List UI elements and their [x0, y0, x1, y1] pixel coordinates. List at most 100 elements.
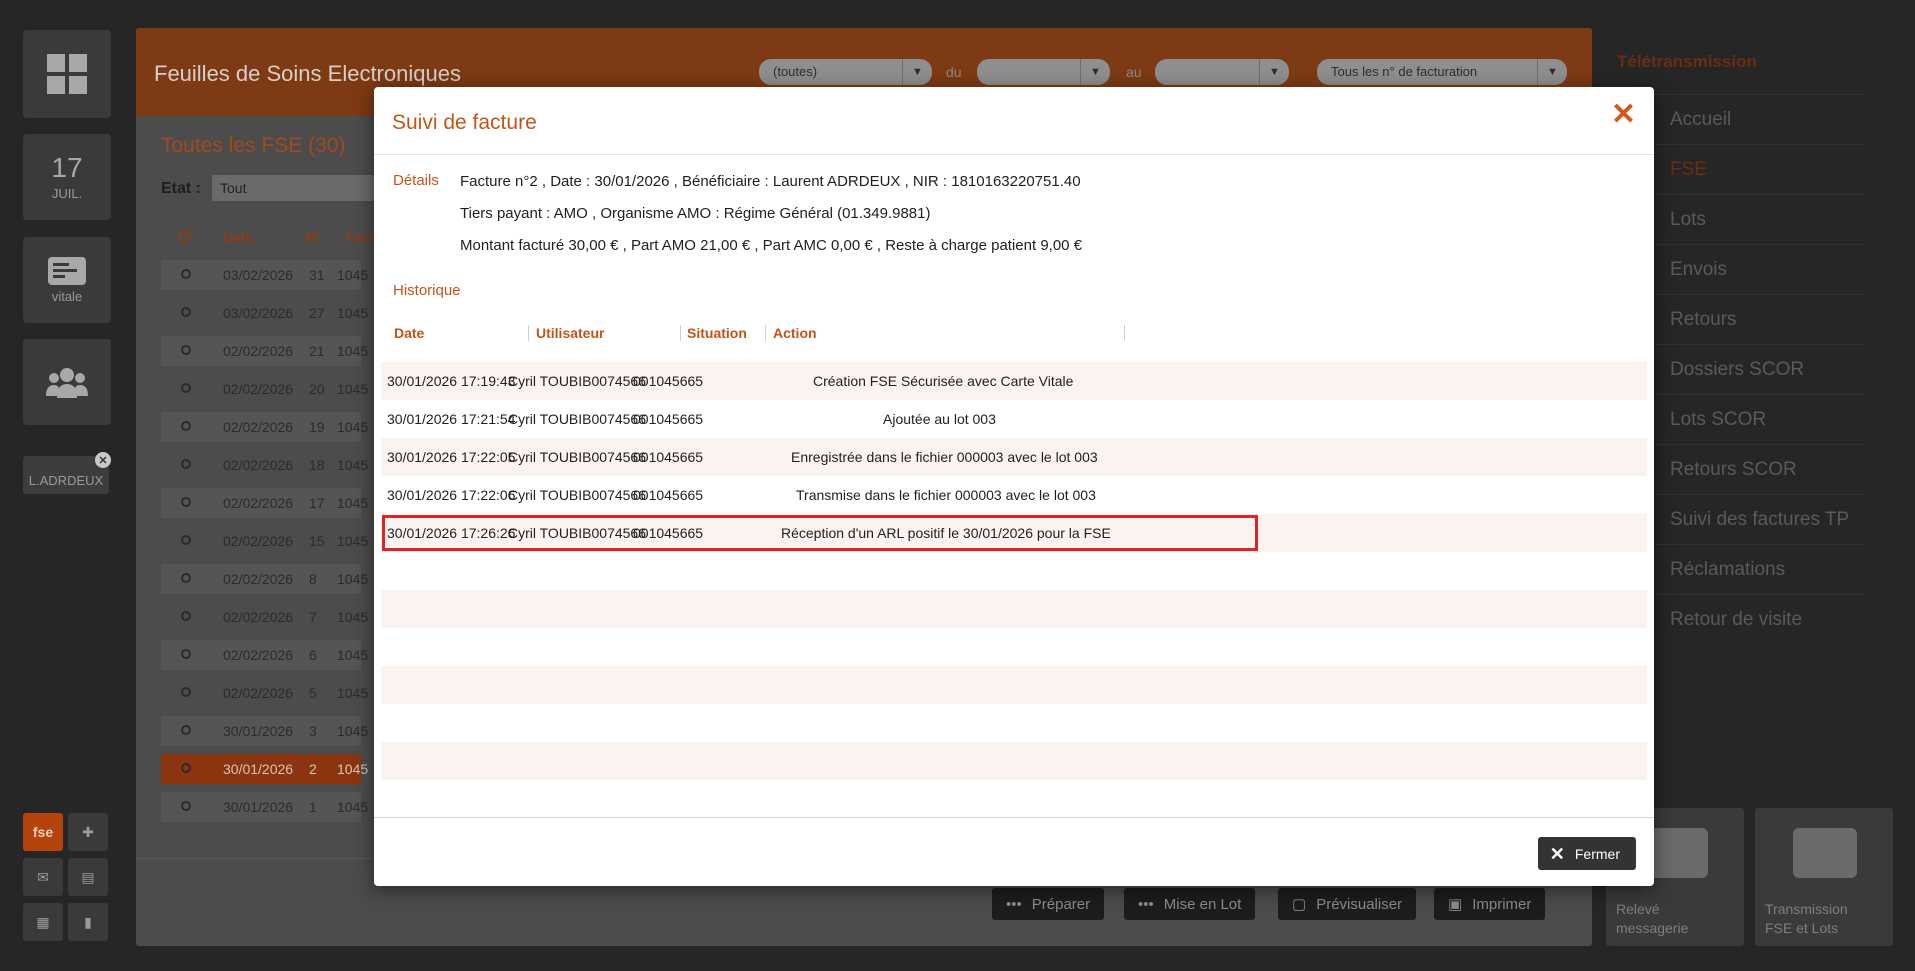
preparer-button[interactable]: ••• Préparer	[992, 888, 1105, 920]
medical-case-button[interactable]: ✚	[68, 813, 108, 851]
row-date: 02/02/2026	[223, 381, 294, 397]
row-fact: 1045	[337, 419, 369, 435]
transmission-label: Transmission	[1765, 901, 1848, 917]
col-date[interactable]: Date	[223, 229, 253, 245]
fse-row[interactable]: 30/01/2026 1 1045	[161, 792, 368, 822]
col-action-header[interactable]: Action	[773, 325, 817, 341]
row-radio[interactable]	[181, 421, 191, 431]
vitale-tile[interactable]: vitale	[23, 237, 111, 323]
calendar-tile[interactable]: 17 JUIL.	[23, 134, 111, 220]
fse-row[interactable]: 02/02/2026 17 1045	[161, 488, 368, 518]
nav-item[interactable]: Envois	[1670, 259, 1727, 281]
col-user-header[interactable]: Utilisateur	[536, 325, 604, 341]
row-date: 02/02/2026	[223, 457, 294, 473]
col-fact[interactable]: Fact	[346, 229, 375, 245]
row-radio[interactable]	[181, 611, 191, 621]
fse-mini-label: fse	[32, 824, 54, 840]
row-radio[interactable]	[181, 725, 191, 735]
row-date: 02/02/2026	[223, 647, 294, 663]
fermer-button[interactable]: ✕ Fermer	[1537, 837, 1636, 870]
col-situation-header[interactable]: Situation	[687, 325, 747, 341]
col-num[interactable]: N°	[305, 229, 321, 245]
fse-row[interactable]: 02/02/2026 15 1045	[161, 526, 368, 556]
fse-row[interactable]: 02/02/2026 6 1045	[161, 640, 368, 670]
row-radio[interactable]	[181, 535, 191, 545]
fse-row[interactable]: 02/02/2026 7 1045	[161, 602, 368, 632]
nav-item[interactable]: Suivi des factures TP	[1670, 509, 1849, 531]
type-filter-select[interactable]: (toutes) ▼	[759, 59, 932, 85]
chevron-down-icon: ▼	[1080, 59, 1110, 85]
transmission-tile[interactable]: Transmission FSE et Lots	[1755, 808, 1893, 946]
history-row[interactable]: 30/01/2026 17:21:54 Cyril TOUBIB0074566 00…	[381, 400, 1647, 438]
select-all-radio[interactable]	[179, 231, 191, 243]
fse-row[interactable]: 30/01/2026 3 1045	[161, 716, 368, 746]
modal-title: Suivi de facture	[392, 111, 537, 134]
row-num: 8	[309, 571, 317, 587]
nav-item[interactable]: FSE	[1670, 159, 1707, 181]
history-row[interactable]: 30/01/2026 17:22:06 Cyril TOUBIB0074566 00…	[381, 476, 1647, 514]
row-radio[interactable]	[181, 383, 191, 393]
row-radio[interactable]	[181, 269, 191, 279]
fse-row[interactable]: 02/02/2026 19 1045	[161, 412, 368, 442]
row-radio[interactable]	[181, 497, 191, 507]
nav-item[interactable]: Retours	[1670, 309, 1737, 331]
row-num: 2	[309, 761, 317, 777]
apps-grid-tile[interactable]	[23, 30, 111, 118]
row-fact: 1045	[337, 495, 369, 511]
close-patient-icon[interactable]: ✕	[95, 452, 111, 468]
modal-header: Suivi de facture ✕	[374, 87, 1654, 155]
stats-button[interactable]: ▮	[68, 903, 108, 941]
row-date: 03/02/2026	[223, 305, 294, 321]
previsualiser-button[interactable]: ▢ Prévisualiser	[1278, 888, 1417, 920]
nav-item[interactable]: Dossiers SCOR	[1670, 359, 1804, 381]
billing-filter-select[interactable]: Tous les n° de facturation ▼	[1317, 59, 1567, 85]
row-radio[interactable]	[181, 345, 191, 355]
etat-select[interactable]: Tout	[212, 175, 382, 201]
row-radio[interactable]	[181, 687, 191, 697]
fse-row[interactable]: 02/02/2026 5 1045	[161, 678, 368, 708]
fse-row[interactable]: 02/02/2026 21 1045	[161, 336, 368, 366]
mise-en-lot-button[interactable]: ••• Mise en Lot	[1124, 888, 1256, 920]
row-date: 02/02/2026	[223, 533, 294, 549]
fse-row[interactable]: 02/02/2026 8 1045	[161, 564, 368, 594]
calculator-button[interactable]: ▦	[23, 903, 63, 941]
fse-row[interactable]: 02/02/2026 20 1045	[161, 374, 368, 404]
fse-row[interactable]: 02/02/2026 18 1045	[161, 450, 368, 480]
close-icon[interactable]: ✕	[1611, 97, 1636, 132]
col-date-header[interactable]: Date	[394, 325, 424, 341]
imprimer-button[interactable]: ▣ Imprimer	[1434, 888, 1546, 920]
nav-item[interactable]: Retour de visite	[1670, 609, 1802, 631]
row-radio[interactable]	[181, 307, 191, 317]
fse-et-lots-label: FSE et Lots	[1765, 920, 1839, 936]
history-row[interactable]: 30/01/2026 17:19:43 Cyril TOUBIB0074566 00…	[381, 362, 1647, 400]
calendar-day: 17	[51, 151, 83, 183]
document-button[interactable]: ▤	[68, 858, 108, 896]
nav-item[interactable]: Lots	[1670, 209, 1706, 231]
history-row[interactable]: 30/01/2026 17:22:05 Cyril TOUBIB0074566 00…	[381, 438, 1647, 476]
mail-button[interactable]: ✉	[23, 858, 63, 896]
row-radio[interactable]	[181, 801, 191, 811]
row-num: 6	[309, 647, 317, 663]
date-to-select[interactable]: ▼	[1155, 59, 1289, 85]
row-radio[interactable]	[181, 763, 191, 773]
nav-item[interactable]: Accueil	[1670, 109, 1731, 131]
fse-mini-button[interactable]: fse	[23, 813, 63, 851]
patient-chip[interactable]: L.ADRDEUX ✕	[23, 452, 111, 494]
row-date: 30/01/2026	[223, 761, 294, 777]
row-fact: 1045	[337, 647, 369, 663]
row-radio[interactable]	[181, 573, 191, 583]
history-user: Cyril TOUBIB0074566	[508, 487, 646, 503]
col-separator	[528, 325, 529, 341]
nav-item[interactable]: Lots SCOR	[1670, 409, 1766, 431]
printer-icon: ▣	[1448, 896, 1463, 913]
patients-tile[interactable]	[23, 339, 111, 425]
nav-item[interactable]: Retours SCOR	[1670, 459, 1797, 481]
row-radio[interactable]	[181, 459, 191, 469]
date-from-select[interactable]: ▼	[977, 59, 1110, 85]
nav-item[interactable]: Réclamations	[1670, 559, 1785, 581]
row-num: 1	[309, 799, 317, 815]
fse-row[interactable]: 30/01/2026 2 1045	[161, 754, 368, 784]
fse-row[interactable]: 03/02/2026 31 1045	[161, 260, 368, 290]
row-radio[interactable]	[181, 649, 191, 659]
fse-row[interactable]: 03/02/2026 27 1045	[161, 298, 368, 328]
